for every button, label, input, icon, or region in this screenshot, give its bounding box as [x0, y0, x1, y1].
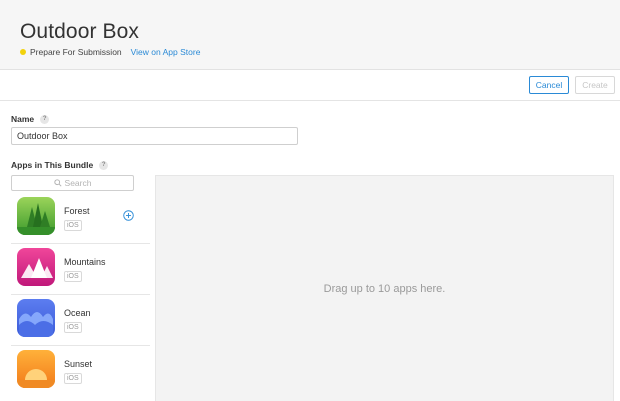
name-label-row: Name ?: [11, 114, 50, 124]
app-list: Forest iOS Mountains iOS Ocean iOS Sunse…: [11, 193, 150, 397]
apps-help-icon[interactable]: ?: [99, 160, 109, 170]
status-text: Prepare For Submission: [30, 47, 122, 57]
toolbar: Cancel Create: [0, 70, 620, 101]
platform-badge: iOS: [64, 220, 82, 231]
create-button[interactable]: Create: [575, 76, 615, 94]
cancel-button[interactable]: Cancel: [529, 76, 569, 94]
name-label: Name: [11, 114, 35, 124]
list-item[interactable]: Sunset iOS: [11, 346, 150, 397]
mountains-icon: [17, 248, 55, 286]
list-item[interactable]: Mountains iOS: [11, 244, 150, 295]
search-input[interactable]: Search: [11, 175, 134, 191]
drop-zone[interactable]: Drag up to 10 apps here.: [155, 175, 614, 401]
platform-badge: iOS: [64, 322, 82, 333]
app-name: Sunset: [64, 359, 93, 369]
sunset-icon: [17, 350, 55, 388]
status-row: Prepare For Submission View on App Store: [20, 47, 200, 57]
platform-badge: iOS: [64, 271, 82, 282]
list-item[interactable]: Forest iOS: [11, 193, 150, 244]
ocean-icon: [17, 299, 55, 337]
page-title: Outdoor Box: [20, 20, 139, 43]
drop-zone-text: Drag up to 10 apps here.: [323, 282, 446, 295]
apps-label: Apps in This Bundle: [11, 160, 94, 170]
app-name: Ocean: [64, 308, 91, 318]
page-header: Outdoor Box Prepare For Submission View …: [0, 0, 620, 70]
platform-badge: iOS: [64, 373, 82, 384]
search-placeholder: Search: [64, 178, 92, 188]
bundle-name-input[interactable]: [11, 127, 298, 145]
apps-label-row: Apps in This Bundle ?: [11, 160, 109, 170]
add-circle-icon[interactable]: [123, 210, 134, 221]
app-name: Forest: [64, 206, 90, 216]
status-indicator-icon: [20, 49, 26, 55]
search-icon: [53, 179, 62, 187]
forest-icon: [17, 197, 55, 235]
list-item[interactable]: Ocean iOS: [11, 295, 150, 346]
app-name: Mountains: [64, 257, 106, 267]
name-help-icon[interactable]: ?: [40, 114, 50, 124]
view-on-app-store-link[interactable]: View on App Store: [131, 47, 201, 57]
